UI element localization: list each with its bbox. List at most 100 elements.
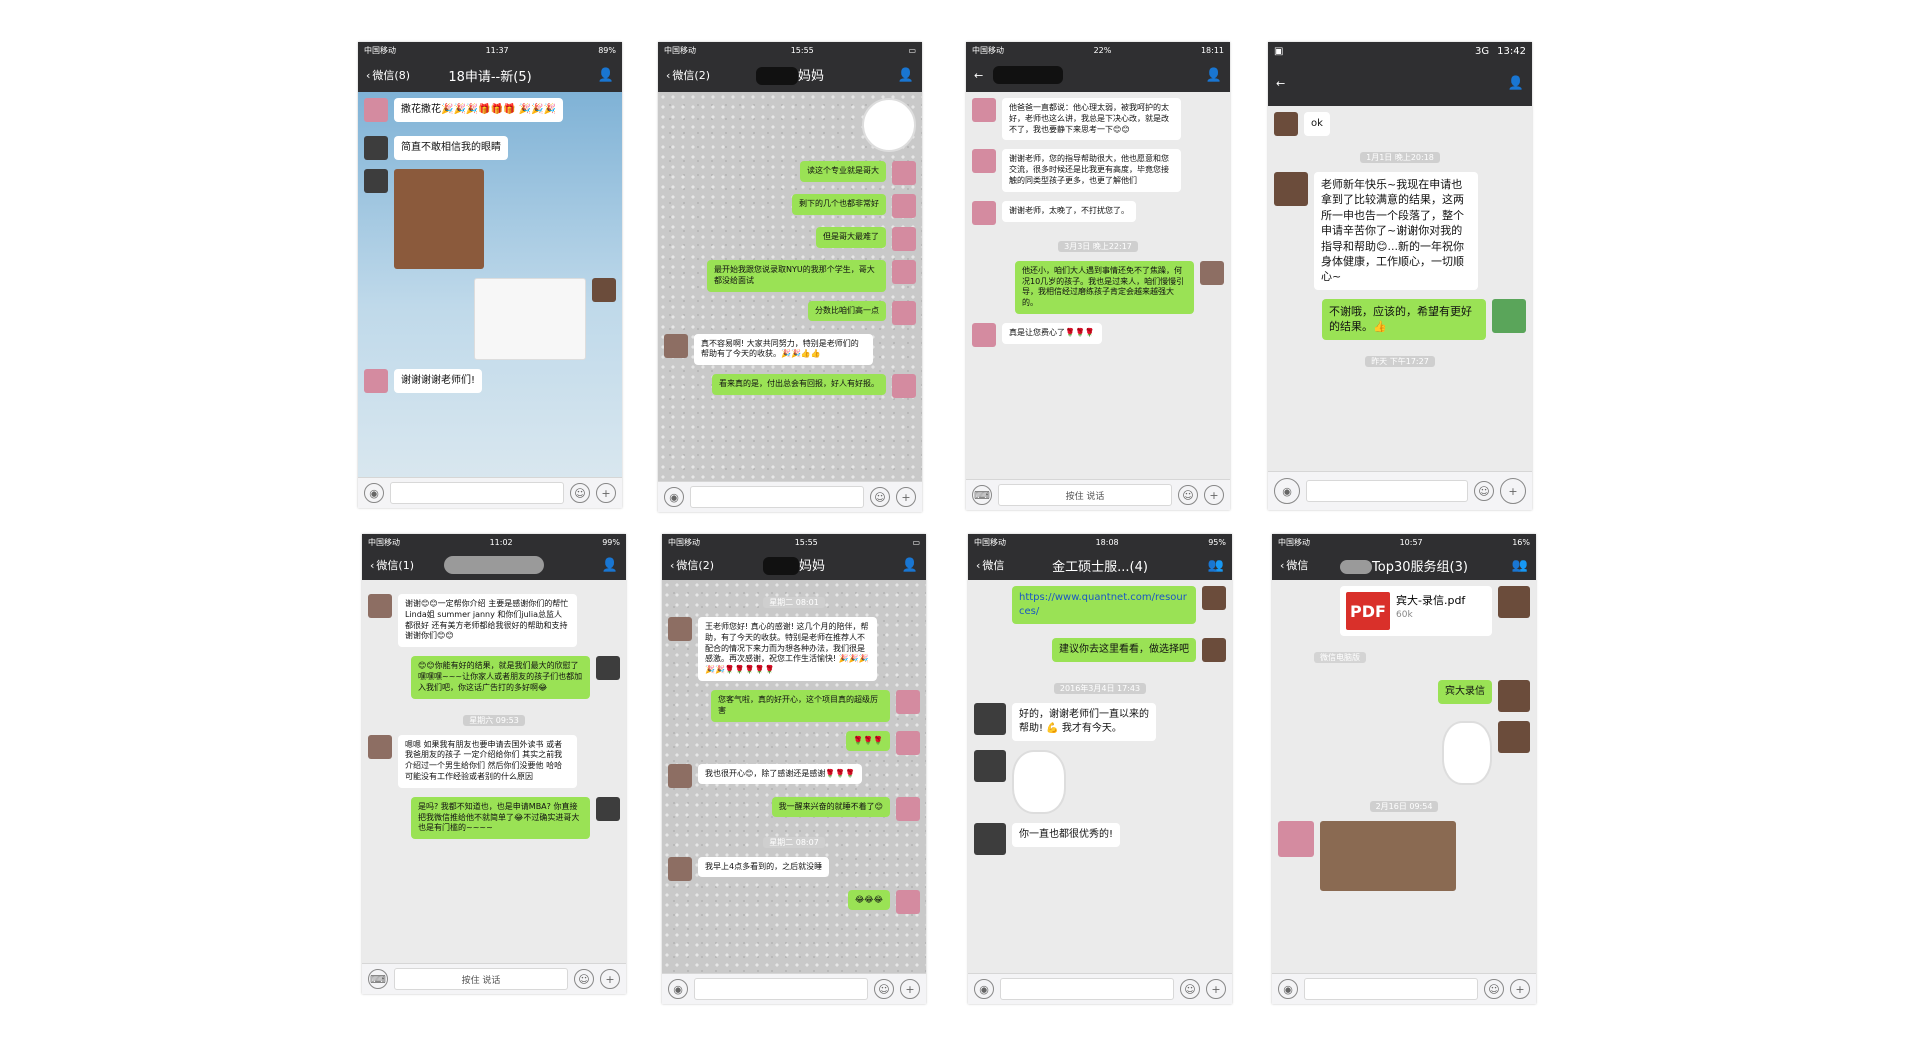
chat-screenshot-4: ▣ 3G 13:42 ← 👤 ok 1月1日 晚上20:18 老师新年快乐~我现…	[1268, 42, 1532, 510]
emoji-icon[interactable]: ☺	[870, 487, 890, 507]
group-members-icon[interactable]: 👥	[1208, 558, 1224, 573]
chat-title-text: Top30服务组(3)	[1372, 559, 1468, 575]
plus-icon[interactable]: +	[1500, 478, 1526, 504]
voice-icon[interactable]: ◉	[1274, 478, 1300, 504]
emoji-icon[interactable]: ☺	[1178, 485, 1198, 505]
avatar	[896, 689, 920, 714]
chevron-left-icon: ‹	[370, 558, 375, 572]
chat-area: 撒花撒花🎉🎉🎉🎁🎁🎁 🎉🎉🎉 简直不敢相信我的眼睛 谢谢谢谢老师们!	[358, 92, 622, 480]
clock: 10:57	[1399, 537, 1423, 547]
emoji-icon[interactable]: ☺	[1180, 979, 1200, 999]
message-input[interactable]	[390, 482, 564, 504]
photo-message[interactable]	[394, 169, 484, 269]
contact-profile-icon[interactable]: 👤	[602, 558, 618, 573]
message-row	[364, 278, 616, 360]
group-members-icon[interactable]: 👥	[1512, 558, 1528, 573]
contact-profile-icon[interactable]: 👤	[902, 558, 918, 573]
avatar	[1498, 680, 1530, 712]
message-input[interactable]	[1306, 480, 1468, 502]
input-bar: ◉ ☺ +	[358, 477, 622, 508]
message-bubble: 谢谢😊😊一定帮你介绍 主要是感谢你们的帮忙 Linda姐 summer jann…	[398, 594, 577, 648]
back-button[interactable]: ‹ 微信(2)	[670, 557, 714, 573]
contact-profile-icon[interactable]: 👤	[898, 68, 914, 83]
keyboard-icon[interactable]: ⌨	[368, 969, 388, 989]
emoji-icon[interactable]: ☺	[874, 979, 894, 999]
document-photo-message[interactable]	[474, 278, 586, 360]
message-row: 谢谢老师，太晚了，不打扰您了。	[972, 200, 1224, 225]
message-input[interactable]	[690, 486, 864, 508]
message-row: 读这个专业就是哥大	[664, 161, 916, 185]
source-label: 微信电脑版	[1314, 652, 1366, 663]
message-row: 但是哥大最难了	[664, 227, 916, 251]
avatar	[368, 734, 392, 759]
message-bubble: 建议你去这里看看，做选择吧	[1052, 638, 1196, 662]
voice-icon[interactable]: ◉	[974, 979, 994, 999]
contact-profile-icon[interactable]: 👤	[598, 68, 614, 83]
avatar	[664, 333, 688, 358]
voice-icon[interactable]: ◉	[668, 979, 688, 999]
message-input[interactable]	[1304, 978, 1478, 1000]
avatar	[972, 98, 996, 122]
message-bubble: 谢谢老师，太晚了，不打扰您了。	[1002, 200, 1136, 222]
timestamp-label: 星期二 08:01	[763, 597, 825, 608]
message-bubble: 🌹🌹🌹	[846, 730, 890, 752]
chevron-left-icon: ‹	[670, 558, 675, 572]
hold-to-talk-button[interactable]: 按住 说话	[394, 968, 568, 990]
message-row: 剩下的几个也都非常好	[664, 194, 916, 218]
contact-profile-icon[interactable]: 👤	[1206, 68, 1222, 83]
back-button[interactable]: ‹ 微信(2)	[666, 67, 710, 83]
plus-icon[interactable]: +	[1204, 485, 1224, 505]
message-bubble: ok	[1304, 112, 1330, 136]
chat-screenshot-2: 中国移动 15:55 ▭ ‹ 微信(2) 妈妈 👤 读这个专业就是哥大 剩下的几个…	[658, 42, 922, 512]
back-button[interactable]: ←	[1276, 77, 1285, 90]
back-button[interactable]: ‹ 微信	[1280, 557, 1308, 573]
contact-profile-icon[interactable]: 👤	[1508, 76, 1524, 91]
back-button[interactable]: ‹ 微信	[976, 557, 1004, 573]
voice-icon[interactable]: ◉	[364, 483, 384, 503]
file-message[interactable]: PDF 宾大-录信.pdf 60k	[1340, 586, 1492, 636]
chat-header: ← 👤	[966, 58, 1230, 92]
redacted-name	[762, 557, 799, 576]
timestamp: 星期二 08:01	[668, 590, 920, 609]
message-row: 你一直也都很优秀的!	[974, 823, 1226, 855]
message-row: 简直不敢相信我的眼睛	[364, 136, 616, 160]
hold-to-talk-button[interactable]: 按住 说话	[998, 484, 1172, 506]
plus-icon[interactable]: +	[900, 979, 920, 999]
emoji-icon[interactable]: ☺	[570, 483, 590, 503]
status-bar: 中国移动 18:08 95%	[968, 534, 1232, 550]
chat-title-text: 妈妈	[797, 68, 824, 84]
plus-icon[interactable]: +	[1510, 979, 1530, 999]
message-bubble: 好的，谢谢老师们一直以来的帮助! 💪 我才有今天。	[1012, 703, 1156, 741]
message-input[interactable]	[1000, 978, 1174, 1000]
message-bubble: 老师新年快乐~我现在申请也拿到了比较满意的结果，这两所一申也告一个段落了，整个申…	[1314, 172, 1478, 290]
chat-area: PDF 宾大-录信.pdf 60k 微信电脑版 宾大录信 2月16日 09:54	[1272, 580, 1536, 978]
input-bar: ◉ ☺ +	[1272, 973, 1536, 1004]
avatar	[974, 703, 1006, 735]
plus-icon[interactable]: +	[600, 969, 620, 989]
avatar	[972, 149, 996, 174]
emoji-icon[interactable]: ☺	[1474, 481, 1494, 501]
plus-icon[interactable]: +	[896, 487, 916, 507]
plus-icon[interactable]: +	[1206, 979, 1226, 999]
emoji-icon[interactable]: ☺	[1484, 979, 1504, 999]
back-button[interactable]: ←	[974, 69, 983, 82]
clock: 18:08	[1095, 537, 1119, 547]
status-bar: 中国移动 15:55 ▭	[658, 42, 922, 58]
back-button[interactable]: ‹ 微信(1)	[370, 557, 414, 573]
message-input[interactable]	[694, 978, 868, 1000]
plus-icon[interactable]: +	[596, 483, 616, 503]
message-row: 宾大录信	[1278, 680, 1530, 712]
screenshot-icon: ▣	[1274, 45, 1284, 57]
keyboard-icon[interactable]: ⌨	[972, 485, 992, 505]
timestamp: 星期二 08:07	[668, 830, 920, 849]
emoji-icon[interactable]: ☺	[574, 969, 594, 989]
back-button[interactable]: ‹ 微信(8)	[366, 67, 410, 83]
message-bubble: 真是让您费心了🌹🌹🌹	[1002, 322, 1102, 344]
message-row: 真是让您费心了🌹🌹🌹	[972, 322, 1224, 347]
message-row	[664, 98, 916, 152]
avatar	[1202, 638, 1226, 662]
message-row: 好的，谢谢老师们一直以来的帮助! 💪 我才有今天。	[974, 703, 1226, 741]
voice-icon[interactable]: ◉	[664, 487, 684, 507]
voice-icon[interactable]: ◉	[1278, 979, 1298, 999]
photo-message[interactable]	[1320, 821, 1456, 891]
